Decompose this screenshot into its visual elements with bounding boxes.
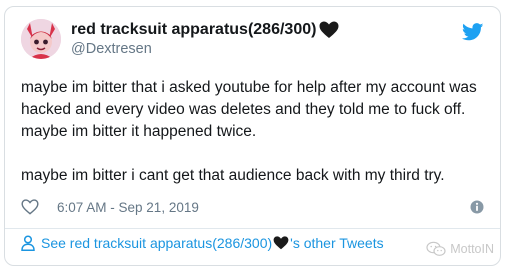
divider	[5, 228, 500, 229]
tweet-paragraph: maybe im bitter i cant get that audience…	[21, 167, 445, 184]
black-heart-icon	[273, 236, 289, 250]
info-icon[interactable]	[470, 200, 484, 214]
heart-outline-icon[interactable]	[21, 199, 39, 215]
watermark: MottoIN	[426, 241, 494, 257]
display-name[interactable]: red tracksuit apparatus(286/300)	[71, 21, 339, 39]
twitter-bird-icon[interactable]	[462, 23, 484, 41]
avatar-image	[21, 19, 61, 59]
user-block: red tracksuit apparatus(286/300) @Dextre…	[71, 21, 339, 57]
black-heart-icon	[319, 21, 339, 38]
tweet-meta: 6:07 AM - Sep 21, 2019	[21, 197, 484, 217]
see-other-tweets-suffix: 's other Tweets	[290, 235, 384, 251]
see-other-tweets-prefix: See red tracksuit apparatus(286/300)	[41, 235, 273, 251]
user-handle[interactable]: @Dextresen	[71, 41, 339, 57]
tweet-text: maybe im bitter that i asked youtube for…	[21, 77, 483, 209]
wechat-icon	[426, 241, 446, 256]
person-icon	[21, 235, 35, 251]
see-other-tweets-link[interactable]: See red tracksuit apparatus(286/300) 's …	[21, 235, 384, 251]
display-name-text: red tracksuit apparatus(286/300)	[71, 21, 317, 38]
tweet-header: red tracksuit apparatus(286/300) @Dextre…	[21, 19, 484, 63]
avatar[interactable]	[21, 19, 61, 59]
watermark-text: MottoIN	[450, 242, 494, 256]
tweet-card: red tracksuit apparatus(286/300) @Dextre…	[4, 6, 501, 266]
tweet-timestamp[interactable]: 6:07 AM - Sep 21, 2019	[57, 200, 199, 215]
tweet-paragraph: maybe im bitter that i asked youtube for…	[21, 79, 477, 140]
